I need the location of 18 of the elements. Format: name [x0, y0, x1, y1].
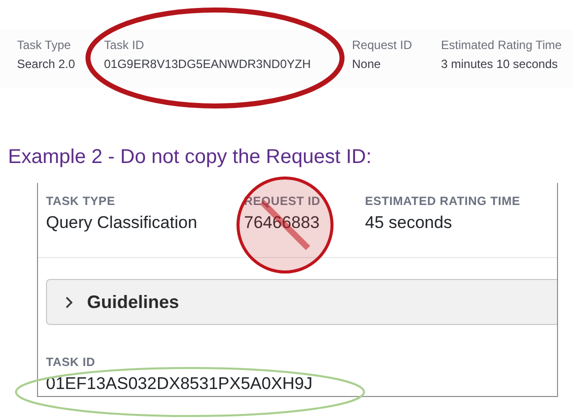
field-value: Query Classification — [46, 213, 198, 233]
field-value: 3 minutes 10 seconds — [441, 56, 558, 72]
prohibition-icon — [236, 176, 334, 274]
field-label: Request ID — [352, 37, 412, 53]
guidelines-accordion[interactable]: Guidelines — [46, 279, 557, 325]
section-heading: Example 2 - Do not copy the Request ID: — [8, 145, 373, 169]
chevron-icon — [65, 296, 73, 308]
field-value: 01EF13AS032DX8531PX5A0XH9J — [46, 374, 313, 394]
field-label: TASK ID — [46, 355, 96, 369]
field-value: 45 seconds — [365, 213, 452, 233]
field-value: 01G9ER8V13DG5EANWDR3ND0YZH — [104, 56, 311, 72]
field-label: Estimated Rating Time — [441, 37, 562, 53]
field-label: TASK TYPE — [46, 194, 116, 208]
field-label: Task ID — [104, 37, 144, 53]
field-value: Search 2.0 — [17, 56, 76, 72]
field-label: Task Type — [17, 37, 71, 53]
field-label: ESTIMATED RATING TIME — [365, 194, 520, 208]
field-value: None — [352, 56, 381, 72]
